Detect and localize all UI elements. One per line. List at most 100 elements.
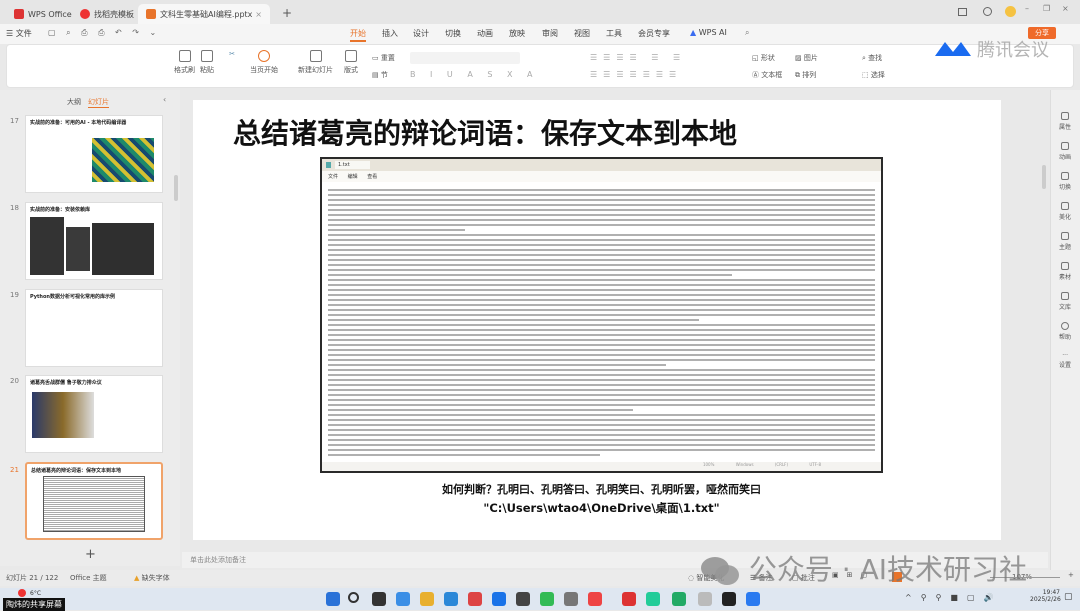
font-format-buttons[interactable]: B I U A S X A <box>410 70 538 79</box>
tab-home[interactable]: 开始 <box>350 28 366 42</box>
clock[interactable]: 19:47 2025/2/26 <box>1030 589 1061 603</box>
notepad-text-line <box>328 389 875 391</box>
minimize-icon[interactable]: – <box>1025 4 1029 13</box>
notepad-text-line <box>328 309 875 311</box>
thumbnail-scrollbar[interactable] <box>174 175 178 201</box>
chrome-icon[interactable] <box>492 592 506 606</box>
section-button[interactable]: ▤ 节 <box>372 70 388 80</box>
find-button[interactable]: ⌕ 查找 <box>862 53 882 63</box>
tab-wps-ai[interactable]: ▲ WPS AI <box>690 28 727 37</box>
tab-review[interactable]: 审阅 <box>542 28 558 39</box>
close-window-icon[interactable]: × <box>1062 4 1069 13</box>
restore-icon[interactable]: ❐ <box>1043 4 1050 13</box>
arrange-button[interactable]: ⧉ 排列 <box>795 70 816 80</box>
app-icon[interactable] <box>540 592 554 606</box>
sidebar-library[interactable]: 文库 <box>1050 292 1080 311</box>
slide-thumbnail-19[interactable]: Python数据分析可视化常用的库示例 <box>25 289 163 367</box>
sidebar-transition[interactable]: 切换 <box>1050 172 1080 191</box>
quick-access-icons[interactable]: ▢ ⌕ ⎙ ⎙ ↶ ↷ ⌄ <box>48 28 160 38</box>
screenshot-image <box>66 227 90 271</box>
picture-button[interactable]: ▨ 图片 <box>795 53 818 63</box>
sidebar-properties[interactable]: 属性 <box>1050 112 1080 131</box>
textbox-button[interactable]: Ⓐ 文本框 <box>752 70 782 80</box>
task-view-icon[interactable] <box>372 592 386 606</box>
theme-name[interactable]: Office 主题 <box>70 573 107 583</box>
notepad-taskbar-icon[interactable] <box>698 592 712 606</box>
collapse-panel-icon[interactable]: ‹ <box>163 95 166 104</box>
sidebar-animation[interactable]: 动画 <box>1050 142 1080 161</box>
app-icon[interactable] <box>646 592 660 606</box>
slide-thumbnail-18[interactable]: 实战前的准备：安装依赖库 <box>25 202 163 280</box>
file-menu[interactable]: ☰ 文件 <box>6 28 32 39</box>
tab-slides[interactable]: 幻灯片 <box>88 97 109 108</box>
tab-member[interactable]: 会员专享 <box>638 28 670 39</box>
pycharm-icon[interactable] <box>672 592 686 606</box>
skin-icon[interactable] <box>983 7 992 16</box>
tab-view[interactable]: 视图 <box>574 28 590 39</box>
tab-pptx[interactable]: 文科生零基础AI编程.pptx × <box>138 4 270 24</box>
notepad-text-line <box>328 204 875 206</box>
tab-wps-office[interactable]: WPS Office <box>6 4 80 24</box>
avatar[interactable] <box>1005 6 1016 17</box>
new-tab-icon[interactable]: + <box>282 6 292 20</box>
missing-font-button[interactable]: ▲ 缺失字体 <box>134 573 170 583</box>
paragraph-buttons[interactable]: ☰☰☰☰ ☰ ☰ <box>590 53 686 62</box>
alignment-buttons[interactable]: ☰☰☰☰☰☰☰ <box>590 70 682 79</box>
start-icon[interactable] <box>326 592 340 606</box>
window-icon[interactable] <box>958 8 967 16</box>
notepad-text-line <box>328 384 875 386</box>
add-slide-button[interactable]: + <box>85 547 96 562</box>
tab-insert[interactable]: 插入 <box>382 28 398 39</box>
app-icon[interactable] <box>564 592 578 606</box>
tab-slideshow[interactable]: 放映 <box>509 28 525 39</box>
app-icon[interactable] <box>722 592 736 606</box>
layout-button[interactable]: 版式 <box>344 50 358 75</box>
tab-animation[interactable]: 动画 <box>477 28 493 39</box>
new-slide-button[interactable]: 新建幻灯片 <box>298 50 333 75</box>
star-icon <box>1061 142 1069 150</box>
tab-outline[interactable]: 大纲 <box>67 97 81 107</box>
caption-file-path[interactable]: "C:\Users\wtao4\OneDrive\桌面\1.txt" <box>320 500 883 516</box>
tab-transition[interactable]: 切换 <box>445 28 461 39</box>
shape-button[interactable]: ◱ 形状 <box>752 53 775 63</box>
sidebar-theme[interactable]: 主题 <box>1050 232 1080 251</box>
app-icon[interactable] <box>468 592 482 606</box>
app-icon[interactable] <box>444 592 458 606</box>
tencent-meeting-icon[interactable] <box>746 592 760 606</box>
close-tab-icon[interactable]: × <box>255 10 262 19</box>
slide-title[interactable]: 总结诸葛亮的辩论词语：保存文本到本地 <box>233 112 737 152</box>
reset-button[interactable]: ▭ 重置 <box>372 53 395 63</box>
weather-temp[interactable]: 6°C <box>30 590 41 597</box>
explorer-icon[interactable] <box>420 592 434 606</box>
notepad-text-line <box>328 259 875 261</box>
system-tray-icons[interactable]: ^⚲⚲■▢🔊 <box>905 593 1003 602</box>
app-icon[interactable] <box>516 592 530 606</box>
sidebar-assets[interactable]: 素材 <box>1050 262 1080 281</box>
caption-speech-patterns[interactable]: 如何判断？孔明曰、孔明答曰、孔明笑曰、孔明听罢，哑然而笑曰 <box>320 481 883 497</box>
tab-template[interactable]: 找稻壳模板 <box>72 4 142 24</box>
paste-button[interactable]: 粘贴 <box>200 50 214 75</box>
tab-tools[interactable]: 工具 <box>606 28 622 39</box>
screen-share-label: 陶炜的共享屏幕 <box>3 598 65 611</box>
netease-music-icon[interactable] <box>588 592 602 606</box>
wps-taskbar-icon[interactable] <box>622 592 636 606</box>
notification-icon[interactable]: ▢ <box>1064 592 1073 602</box>
notepad-screenshot[interactable]: 1.txt 文件 编辑 查看 100% Windows (CRLF) UTF-8 <box>320 157 883 473</box>
sidebar-beautify[interactable]: 美化 <box>1050 202 1080 221</box>
search-taskbar-icon[interactable] <box>348 592 359 603</box>
search-icon[interactable]: ⌕ <box>745 28 749 38</box>
format-painter-button[interactable]: 格式刷 <box>174 50 195 75</box>
slide-scrollbar[interactable] <box>1042 165 1046 189</box>
slide-thumbnail-17[interactable]: 实战前的准备：可用的AI - 本地代码编译器 <box>25 115 163 193</box>
zoom-in-icon[interactable]: + <box>1068 571 1074 579</box>
slide-thumbnail-20[interactable]: 诸葛亮舌战群儒 鲁子敬力排众议 <box>25 375 163 453</box>
slide-thumbnail-21[interactable]: 总结诸葛亮的辩论词语：保存文本到本地 <box>25 462 163 540</box>
edge-icon[interactable] <box>396 592 410 606</box>
select-button[interactable]: ⬚ 选择 <box>862 70 885 80</box>
tab-design[interactable]: 设计 <box>413 28 429 39</box>
font-name-select[interactable] <box>410 52 520 64</box>
sidebar-settings[interactable]: ··· 设置 <box>1050 352 1080 369</box>
play-current-button[interactable]: 当页开始 <box>250 50 278 75</box>
cut-button[interactable]: ✂ <box>226 50 238 65</box>
sidebar-help[interactable]: 帮助 <box>1050 322 1080 341</box>
